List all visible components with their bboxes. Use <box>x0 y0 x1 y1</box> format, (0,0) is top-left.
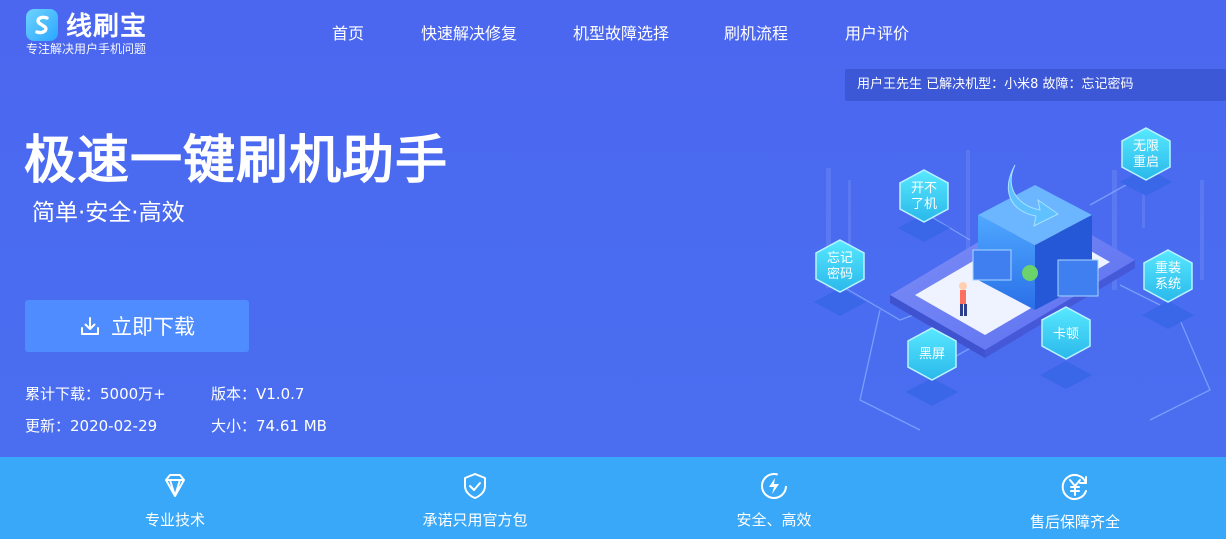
badge-reinstall-system: 重装系统 <box>1142 249 1194 329</box>
download-button[interactable]: 立即下载 <box>25 300 249 352</box>
feature-label: 专业技术 <box>144 511 205 529</box>
feature-label: 承诺只用官方包 <box>422 511 528 529</box>
yen-refresh-icon <box>1061 474 1087 500</box>
shield-check-icon <box>464 473 486 499</box>
download-label: 立即下载 <box>111 315 195 339</box>
feature-after-sales: 售后保障齐全 <box>975 457 1175 539</box>
features-bar: 专业技术 承诺只用官方包 安全、高效 售后保障齐全 <box>0 457 1226 539</box>
file-size: 大小：74.61 MB <box>211 417 327 435</box>
nav-user-reviews[interactable]: 用户评价 <box>845 20 909 44</box>
badge-text-infinite-reboot: 无限重启 <box>1133 138 1159 169</box>
svg-text:重装系统: 重装系统 <box>1155 260 1181 291</box>
hero-subline: 简单·安全·高效 <box>32 200 185 226</box>
solved-ticker: 用户王先生 已解决机型：小米8 故障：忘记密码 <box>845 69 1226 101</box>
feature-label: 安全、高效 <box>736 511 812 529</box>
update-date: 更新：2020-02-29 <box>25 417 158 435</box>
main-nav: 首页 快速解决修复 机型故障选择 刷机流程 用户评价 <box>0 20 1226 44</box>
badge-lag: 卡顿 <box>1040 306 1092 389</box>
hero-headline: 极速一键刷机助手 <box>24 131 449 191</box>
svg-text:开不了机: 开不了机 <box>911 180 937 211</box>
nav-flash-process[interactable]: 刷机流程 <box>724 20 788 44</box>
download-count: 累计下载：5000万+ <box>25 385 166 403</box>
hero-illustration: 无限重启 开不了机 忘记密码 重装系统 黑屏 卡顿 <box>790 110 1226 440</box>
feature-safe-efficient: 安全、高效 <box>674 457 874 539</box>
badge-forgot-password: 忘记密码 <box>814 239 866 316</box>
svg-text:卡顿: 卡顿 <box>1053 326 1079 341</box>
logo-tagline: 专注解决用户手机问题 <box>26 42 147 56</box>
badge-black-screen: 黑屏 <box>906 327 958 406</box>
nav-home[interactable]: 首页 <box>332 20 364 44</box>
svg-text:黑屏: 黑屏 <box>919 346 945 361</box>
nav-model-fault[interactable]: 机型故障选择 <box>573 20 669 44</box>
diamond-icon <box>165 474 185 497</box>
feature-official-package: 承诺只用官方包 <box>375 457 575 539</box>
badge-cant-boot: 开不了机 <box>898 169 950 242</box>
nav-quick-fix[interactable]: 快速解决修复 <box>421 20 517 44</box>
feature-professional: 专业技术 <box>75 457 275 539</box>
svg-text:忘记密码: 忘记密码 <box>827 250 853 281</box>
hero-section: 线刷宝 专注解决用户手机问题 首页 快速解决修复 机型故障选择 刷机流程 用户评… <box>0 0 1226 457</box>
download-icon <box>81 317 99 335</box>
lightning-icon <box>761 473 787 499</box>
version-info: 版本：V1.0.7 <box>211 385 305 403</box>
badge-infinite-reboot: 无限重启 <box>1120 127 1172 196</box>
feature-label: 售后保障齐全 <box>1029 513 1120 531</box>
